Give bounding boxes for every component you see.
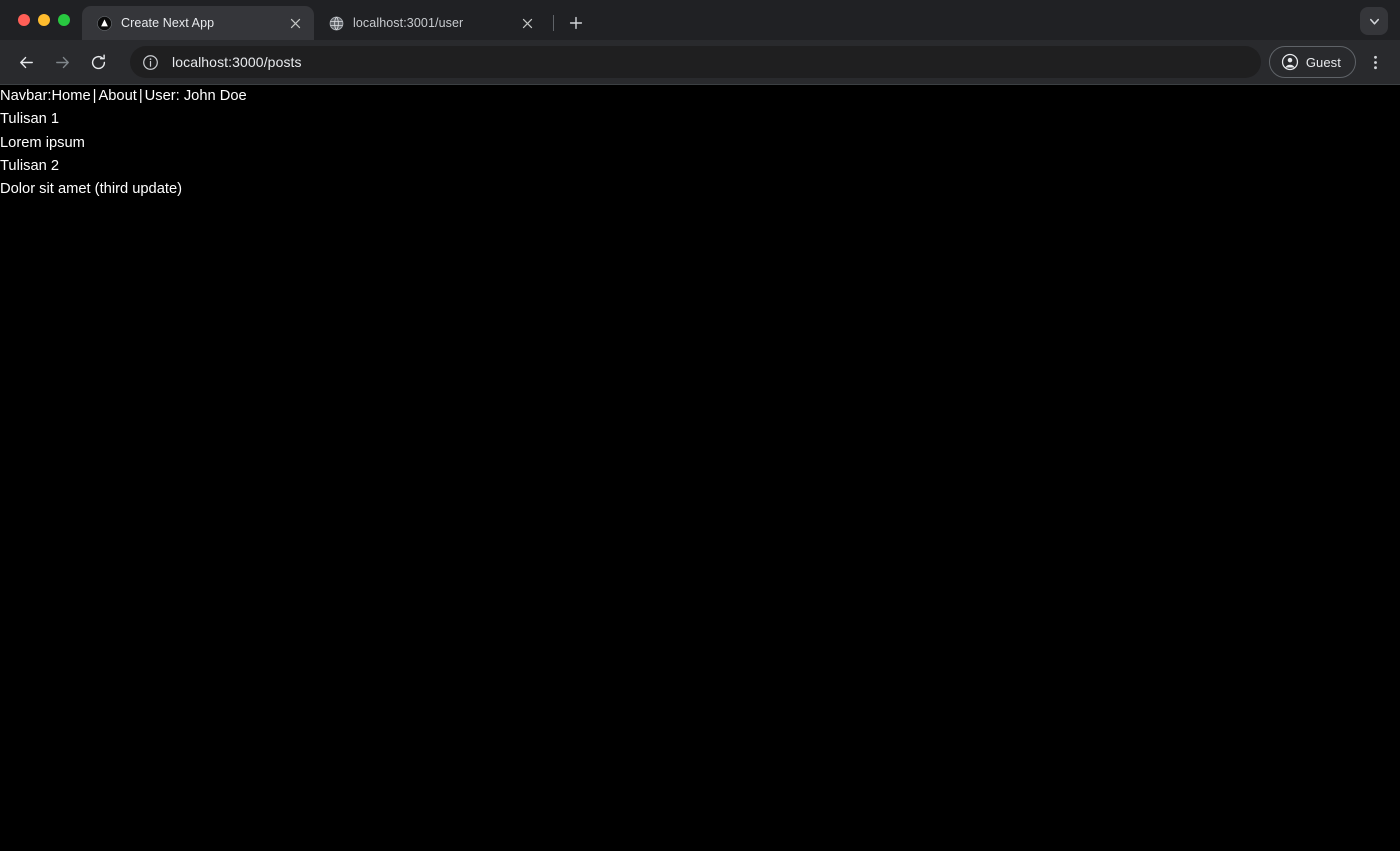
navbar-prefix: Navbar: [0, 88, 52, 104]
url-text[interactable]: localhost:3000/posts [172, 54, 302, 70]
window-maximize-button[interactable] [58, 14, 70, 26]
site-navbar: Navbar:Home | About | User: John Doe [0, 85, 1400, 108]
browser-tab-localhost-3001-user[interactable]: localhost:3001/user [314, 6, 546, 40]
reload-icon [91, 53, 105, 69]
more-vertical-icon [1373, 55, 1377, 69]
info-circle-icon[interactable] [138, 50, 162, 74]
window-controls [0, 0, 82, 40]
post-title: Tulisan 2 [0, 157, 60, 174]
tab-title: localhost:3001/user [353, 16, 464, 30]
browser-menu-button[interactable] [1360, 46, 1390, 78]
back-button[interactable] [10, 46, 42, 78]
plus-icon [569, 16, 583, 30]
tabs-container: Create Next App localhost:3001/user [82, 0, 590, 40]
browser-tab-create-next-app[interactable]: Create Next App [82, 6, 314, 40]
tab-strip-spacer [590, 0, 1360, 40]
navbar-separator-2: | [138, 88, 143, 104]
browser-toolbar: localhost:3000/posts Guest [0, 40, 1400, 85]
window-minimize-button[interactable] [38, 14, 50, 26]
tab-strip: Create Next App localhost:3001/user [0, 0, 1400, 40]
navbar-user-label: User: John Doe [144, 88, 247, 104]
profile-button[interactable]: Guest [1268, 46, 1356, 78]
tab-title: Create Next App [121, 16, 215, 30]
arrow-right-icon [55, 56, 69, 68]
post-title: Tulisan 1 [0, 111, 60, 128]
close-icon[interactable] [286, 14, 304, 32]
reload-button[interactable] [82, 46, 114, 78]
forward-button[interactable] [46, 46, 78, 78]
close-icon[interactable] [518, 14, 536, 32]
nextjs-logo-icon [96, 15, 112, 31]
address-bar[interactable]: localhost:3000/posts [130, 46, 1261, 78]
post-body: Dolor sit amet (third update) [0, 181, 183, 198]
new-tab-button[interactable] [562, 9, 590, 37]
account-circle-icon [1281, 53, 1299, 71]
profile-label: Guest [1305, 54, 1341, 70]
tab-separator [553, 15, 554, 31]
navbar-link-about[interactable]: About [98, 88, 136, 104]
page-content: Navbar:Home | About | User: John Doe Tulisan… [0, 85, 1400, 851]
arrow-left-icon [19, 56, 33, 68]
tab-search-button[interactable] [1360, 7, 1388, 35]
post-body: Lorem ipsum [0, 134, 85, 151]
chevron-down-icon [1369, 18, 1379, 25]
globe-icon [328, 15, 344, 31]
browser-window: Create Next App localhost:3001/user loca… [0, 0, 1400, 851]
navbar-link-home[interactable]: Home [51, 88, 90, 104]
window-close-button[interactable] [18, 14, 30, 26]
